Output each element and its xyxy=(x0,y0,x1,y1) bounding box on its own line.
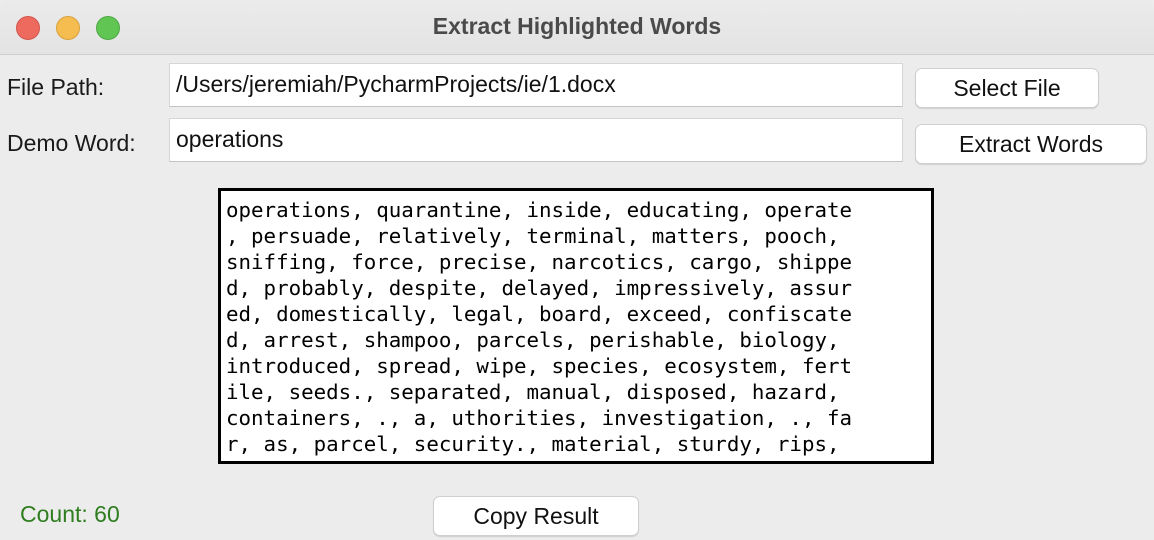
result-line: , persuade, relatively, terminal, matter… xyxy=(226,224,840,248)
result-line: introduced, spread, wipe, species, ecosy… xyxy=(226,354,853,378)
result-line: ile, seeds., separated, manual, disposed… xyxy=(226,380,840,404)
result-line: containers, ., a, uthorities, investigat… xyxy=(226,406,853,430)
result-line: d, arrest, shampoo, parcels, perishable,… xyxy=(226,328,840,352)
select-file-button[interactable]: Select File xyxy=(915,68,1099,108)
extract-words-button[interactable]: Extract Words xyxy=(915,124,1147,164)
result-line: d, probably, despite, delayed, impressiv… xyxy=(226,276,853,300)
copy-result-button[interactable]: Copy Result xyxy=(433,496,639,536)
count-label: Count: 60 xyxy=(20,501,120,527)
app-window: Extract Highlighted Words File Path: /Us… xyxy=(0,0,1154,540)
result-textarea[interactable]: operations, quarantine, inside, educatin… xyxy=(218,188,934,464)
result-line: operations, quarantine, inside, educatin… xyxy=(226,198,853,222)
window-title: Extract Highlighted Words xyxy=(432,13,722,39)
demo-word-input[interactable]: operations xyxy=(169,118,903,162)
file-path-input[interactable]: /Users/jeremiah/PycharmProjects/ie/1.doc… xyxy=(169,63,903,107)
result-line: ed, domestically, legal, board, exceed, … xyxy=(226,302,853,326)
file-path-label: File Path: xyxy=(7,74,105,100)
title-bar: Extract Highlighted Words xyxy=(0,0,1154,55)
result-line: sniffing, force, precise, narcotics, car… xyxy=(226,250,853,274)
result-line: r, as, parcel, security., material, stur… xyxy=(226,432,840,456)
demo-word-label: Demo Word: xyxy=(7,130,136,156)
